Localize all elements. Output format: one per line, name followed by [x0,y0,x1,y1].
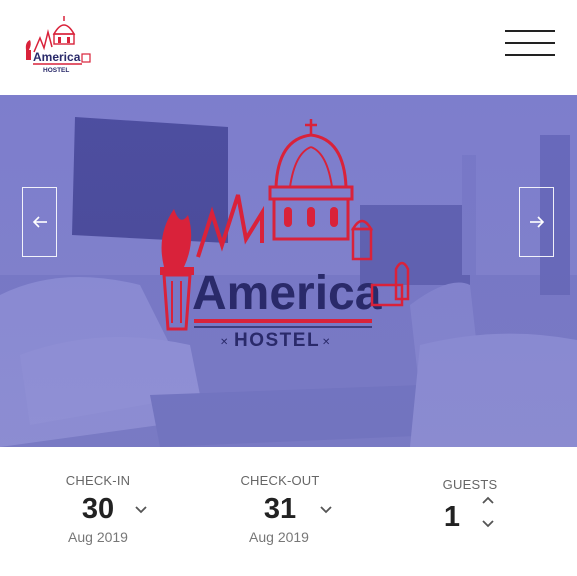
guests-count[interactable]: 1 [438,501,466,534]
site-header: America HOSTEL [0,0,577,95]
checkout-month-value: Aug 2019 [249,529,309,545]
hero-logo: America ✕ HOSTEL ✕ [160,119,410,347]
checkin-month-value: Aug 2019 [68,529,128,545]
guests-field: GUESTS [440,477,500,492]
checkin-dropdown[interactable] [134,505,148,515]
menu-line [505,30,555,32]
menu-line [505,54,555,56]
checkout-dropdown[interactable] [319,505,333,515]
checkout-label: CHECK-OUT [240,473,320,488]
hero-logo-subtext: HOSTEL [234,330,320,347]
hero-logo-text: America [192,267,382,320]
arrow-right-icon [529,216,544,228]
chevron-down-icon [482,520,494,528]
checkin-field[interactable]: CHECK-IN [60,473,136,488]
checkout-month: Aug 2019 [241,529,317,545]
guests-count-value: 1 [443,501,461,533]
menu-line [505,42,555,44]
site-logo-text: America [33,50,81,64]
slider-prev-button[interactable] [22,187,57,257]
hamburger-menu-icon[interactable] [505,28,557,58]
chevron-down-icon [320,506,332,514]
checkin-label: CHECK-IN [65,473,131,488]
checkout-day-value: 31 [263,493,297,525]
svg-text:✕: ✕ [220,337,228,347]
chevron-down-icon [135,506,147,514]
hero-slider: America ✕ HOSTEL ✕ [0,95,577,447]
guests-increment-button[interactable] [481,495,495,505]
site-logo[interactable]: America HOSTEL [20,14,94,78]
site-logo-subtext: HOSTEL [43,67,69,74]
chevron-up-icon [482,496,494,504]
checkout-day[interactable]: 31 [252,493,308,526]
arrow-left-icon [32,216,47,228]
guests-decrement-button[interactable] [481,519,495,529]
checkin-day[interactable]: 30 [70,493,126,526]
checkin-day-value: 30 [81,493,115,525]
guests-label: GUESTS [442,477,498,492]
checkout-field[interactable]: CHECK-OUT [238,473,322,488]
slider-next-button[interactable] [519,187,554,257]
checkin-month: Aug 2019 [60,529,136,545]
svg-text:✕: ✕ [322,337,330,347]
booking-form: CHECK-IN 30 Aug 2019 CHECK-OUT 31 Aug 20… [0,447,577,576]
